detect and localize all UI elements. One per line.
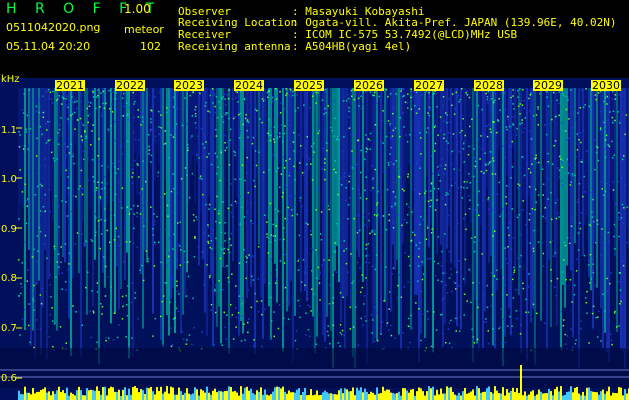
location-value: : Ogata-vill. Akita-Pref. JAPAN (139.96E… bbox=[292, 16, 617, 29]
x-tick-2030: 2030 bbox=[591, 79, 621, 92]
x-tick-2026: 2026 bbox=[354, 79, 384, 92]
y-tick-1-1: 1.1 bbox=[1, 125, 17, 136]
datetime-label: 05.11.04 20:20 bbox=[6, 40, 91, 53]
y-unit-label: kHz bbox=[1, 74, 20, 85]
x-tick-2028: 2028 bbox=[474, 79, 504, 92]
spectrogram bbox=[0, 78, 629, 400]
meteor-label: meteor bbox=[124, 23, 164, 36]
location-key: Receiving Location bbox=[178, 16, 298, 29]
antenna-value: : A504HB(yagi 4el) bbox=[292, 40, 412, 53]
x-tick-2021: 2021 bbox=[55, 79, 85, 92]
x-tick-2023: 2023 bbox=[174, 79, 204, 92]
y-tick-0-9: 0.9 bbox=[1, 224, 17, 235]
y-tick-0-6: 0.6 bbox=[1, 373, 17, 384]
x-tick-2027: 2027 bbox=[414, 79, 444, 92]
x-tick-2024: 2024 bbox=[234, 79, 264, 92]
spectrogram-canvas bbox=[0, 88, 629, 400]
x-tick-2029: 2029 bbox=[533, 79, 563, 92]
file-name: 0511042020.png bbox=[6, 21, 101, 34]
receiver-value: : ICOM IC-575 53.7492(@LCD)MHz USB bbox=[292, 28, 518, 41]
meteor-count: 102 bbox=[140, 40, 161, 53]
y-tick-0-7: 0.7 bbox=[1, 323, 17, 334]
header-panel: H R O F F T 1.00 0511042020.png 05.11.04… bbox=[0, 0, 629, 78]
y-tick-0-8: 0.8 bbox=[1, 273, 17, 284]
y-tick-1-0: 1.0 bbox=[1, 174, 17, 185]
antenna-key: Receiving antenna bbox=[178, 40, 291, 53]
receiver-key: Receiver bbox=[178, 28, 231, 41]
x-tick-2025: 2025 bbox=[294, 79, 324, 92]
x-tick-2022: 2022 bbox=[115, 79, 145, 92]
version-label: 1.00 bbox=[124, 2, 151, 16]
